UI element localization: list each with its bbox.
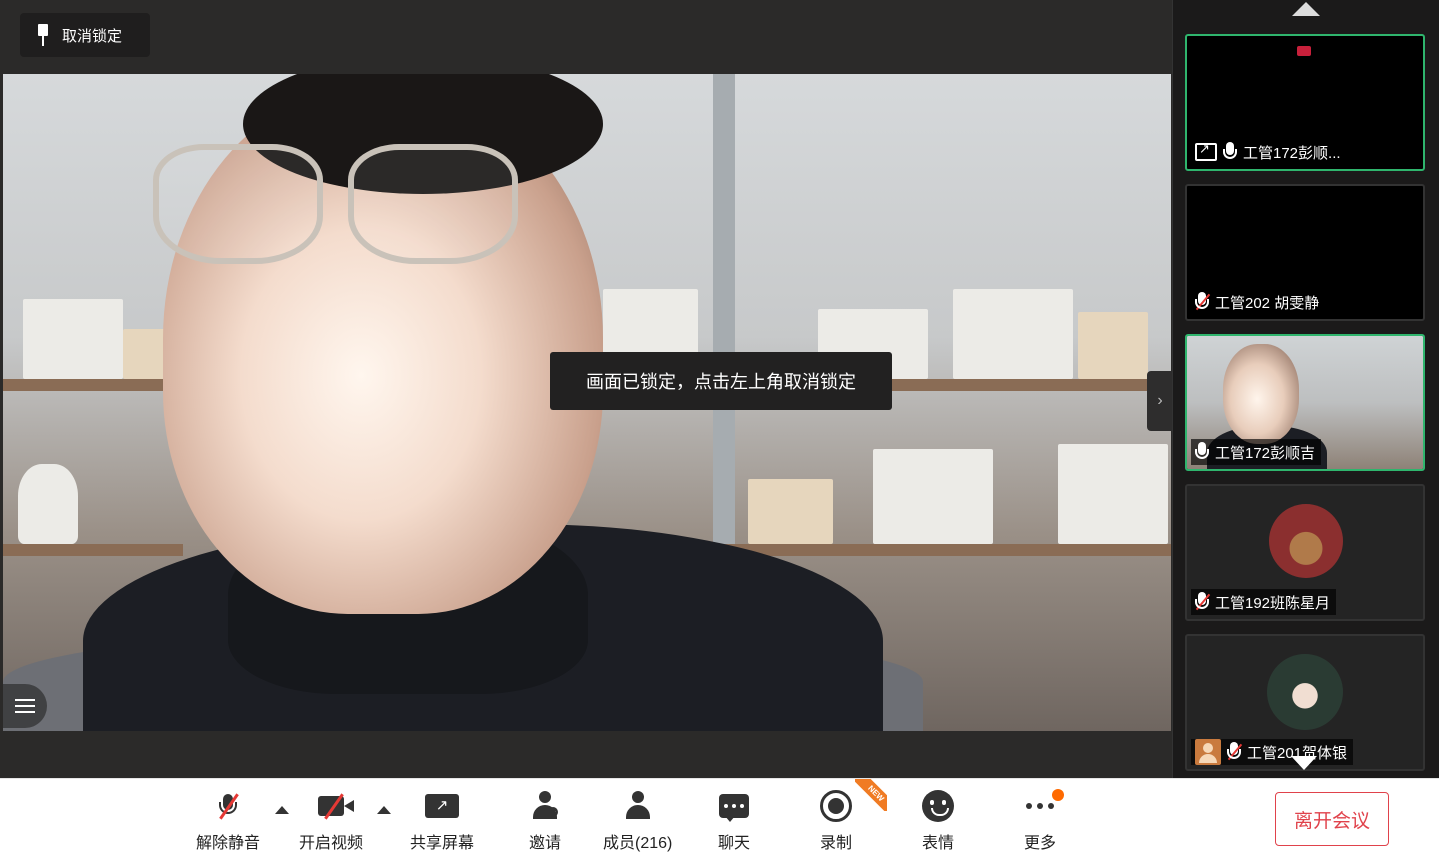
emoji-icon	[920, 790, 956, 822]
chat-label: 聊天	[717, 835, 750, 852]
mic-muted-icon	[1227, 742, 1243, 762]
mini-person-face	[1223, 344, 1299, 444]
members-label: 成员(216)	[603, 835, 673, 852]
participant-name: 工管172彭顺吉	[1215, 444, 1316, 462]
share-screen-icon: ↗	[424, 791, 460, 821]
mic-icon	[1195, 442, 1209, 462]
glasses-lens-left	[153, 144, 323, 264]
reactions-label: 表情	[921, 835, 954, 852]
participant-label: 工管172彭顺吉	[1191, 439, 1322, 465]
leave-meeting-button[interactable]: 离开会议	[1275, 792, 1389, 846]
mic-muted-icon	[1195, 592, 1211, 612]
invite-button[interactable]: + 邀请	[527, 791, 563, 853]
shelf-books	[953, 289, 1073, 379]
layout-list-button[interactable]	[3, 684, 47, 728]
avatar	[1267, 654, 1343, 730]
participant-tile[interactable]: 工管201贺体银	[1185, 634, 1425, 771]
participant-label: 工管201贺体银	[1191, 739, 1354, 765]
participant-video-list: 工管172彭顺... 工管202 胡雯静 工管172彭顺吉 工管192班陈星月	[1172, 0, 1439, 778]
shelf	[3, 379, 183, 391]
participant-tile[interactable]: 工管202 胡雯静	[1185, 184, 1425, 321]
participant-name: 工管202 胡雯静	[1215, 294, 1320, 312]
shelf-books	[23, 299, 123, 379]
record-icon	[818, 790, 854, 822]
shelf-vase	[18, 464, 78, 544]
person-glasses	[153, 144, 523, 274]
shelf-books	[1058, 444, 1168, 544]
share-screen-label: 共享屏幕	[410, 835, 475, 852]
chat-icon	[716, 791, 752, 822]
shelf-books	[748, 479, 833, 544]
collapse-sidebar-button[interactable]: ›	[1147, 371, 1173, 431]
mic-muted-icon	[210, 791, 246, 821]
unmute-button[interactable]: 解除静音	[196, 791, 260, 853]
scroll-down-arrow-icon[interactable]	[1291, 756, 1317, 770]
more-icon	[1022, 789, 1064, 821]
participant-tile[interactable]: 工管172彭顺...	[1185, 34, 1425, 171]
participant-label: 工管202 胡雯静	[1191, 289, 1326, 315]
unlock-view-button[interactable]: 取消锁定	[20, 13, 150, 57]
video-options-caret-icon[interactable]	[377, 806, 391, 814]
chat-button[interactable]: 聊天	[716, 791, 752, 853]
shelf	[3, 544, 183, 556]
participant-name: 工管172彭顺...	[1243, 144, 1341, 162]
mic-icon	[1223, 142, 1237, 162]
shelf-books	[1078, 312, 1148, 379]
reactions-button[interactable]: 表情	[920, 790, 956, 853]
participant-name: 工管192班陈星月	[1215, 594, 1331, 612]
user-avatar-icon	[1195, 739, 1221, 765]
screen-share-icon	[1195, 141, 1217, 161]
main-stage: 取消锁定 画面已锁定，点击左上角取消锁定 ›	[0, 0, 1173, 778]
add-user-icon: +	[527, 791, 563, 821]
participant-label: 工管192班陈星月	[1191, 589, 1337, 615]
new-badge: NEW	[855, 779, 887, 811]
scroll-up-arrow-icon[interactable]	[1292, 2, 1320, 16]
unlock-view-label: 取消锁定	[62, 27, 123, 45]
shared-screen-preview	[1297, 46, 1311, 56]
notification-dot	[1052, 789, 1064, 801]
avatar	[1269, 504, 1343, 578]
start-video-button[interactable]: 开启视频	[299, 791, 363, 853]
camera-off-icon	[313, 791, 354, 821]
record-label: 录制	[819, 835, 852, 852]
mic-muted-icon	[1195, 292, 1211, 312]
more-button[interactable]: 更多	[1022, 789, 1064, 853]
participant-tile[interactable]: 工管172彭顺吉	[1185, 334, 1425, 471]
record-button[interactable]: 录制	[818, 790, 854, 853]
view-locked-toast: 画面已锁定，点击左上角取消锁定	[550, 352, 892, 410]
start-video-label: 开启视频	[299, 835, 364, 852]
share-screen-button[interactable]: ↗ 共享屏幕	[410, 791, 474, 853]
members-button[interactable]: 成员(216)	[603, 791, 672, 853]
glasses-lens-right	[348, 144, 518, 264]
shelf-books	[873, 449, 993, 544]
invite-label: 邀请	[528, 835, 561, 852]
participant-tile[interactable]: 工管192班陈星月	[1185, 484, 1425, 621]
chevron-right-icon: ›	[1157, 392, 1163, 409]
pin-icon	[34, 24, 52, 46]
audio-options-caret-icon[interactable]	[275, 806, 289, 814]
list-icon	[15, 699, 35, 713]
members-icon	[620, 791, 656, 821]
more-label: 更多	[1023, 835, 1056, 852]
unmute-label: 解除静音	[196, 835, 261, 852]
participant-label: 工管172彭顺...	[1191, 139, 1347, 165]
meeting-toolbar: 解除静音 开启视频 ↗ 共享屏幕 + 邀请 成员(216) 聊天 录制 NEW …	[0, 778, 1439, 858]
